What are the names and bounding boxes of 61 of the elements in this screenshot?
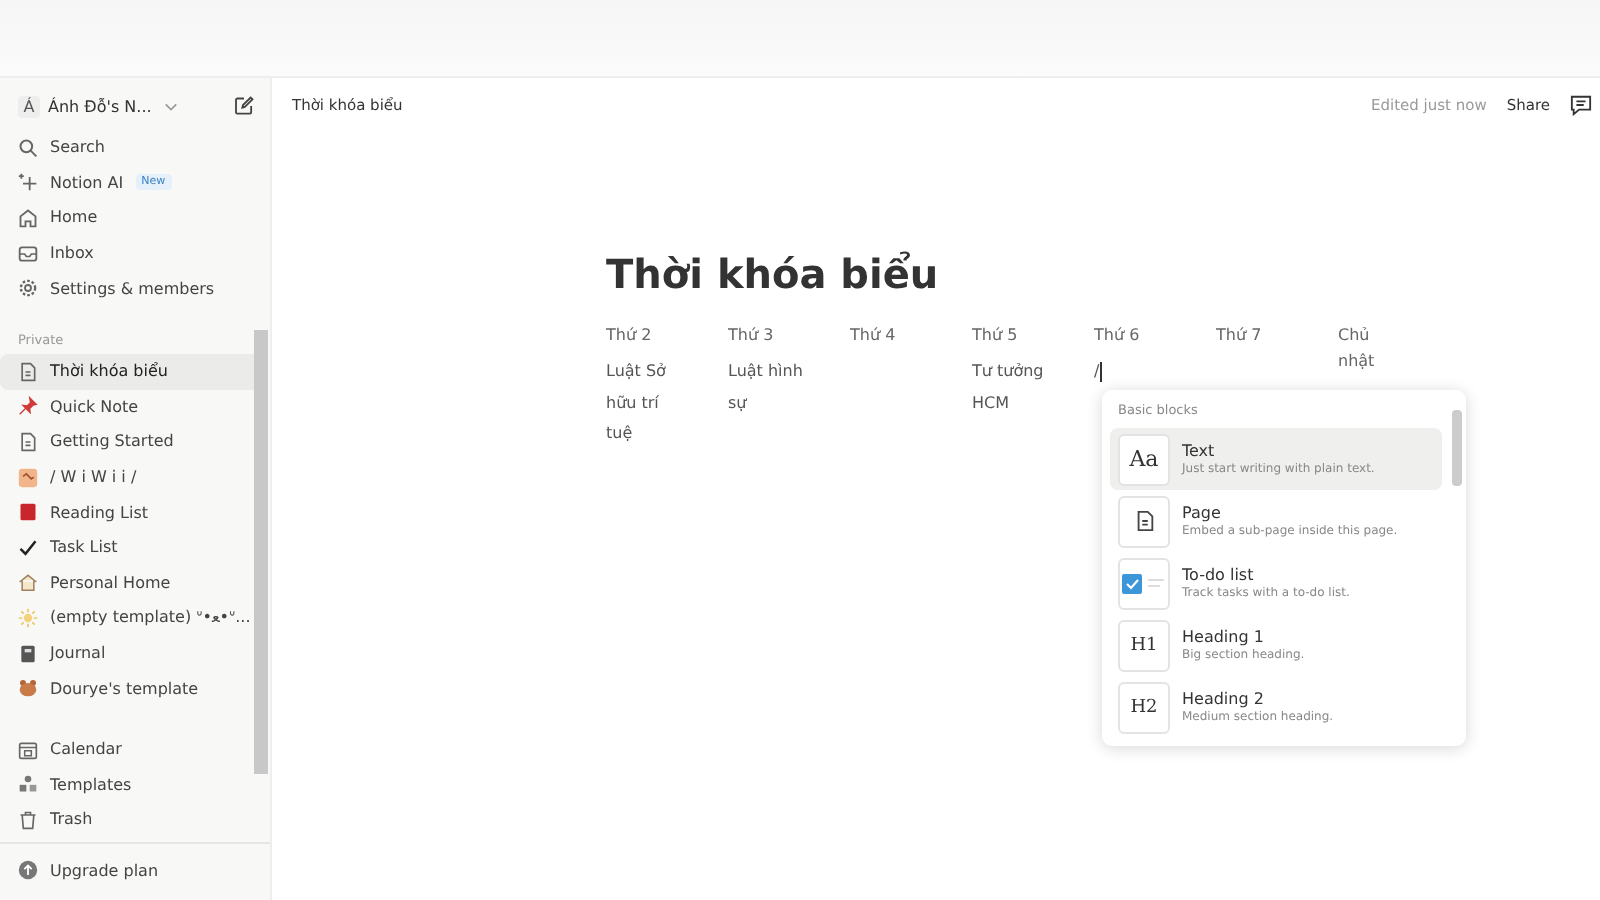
nav-item[interactable]: Settings & members (0, 270, 260, 306)
page-item[interactable]: / W i W i i / (0, 459, 260, 495)
trash-icon (18, 809, 38, 830)
workspace-avatar: Á (18, 95, 40, 117)
column-header[interactable]: Chủ nhật (1338, 322, 1410, 374)
pin-icon (18, 396, 38, 417)
page-item[interactable]: (empty template) ᐡ•ﻌ•ᐡ... (0, 600, 260, 636)
new-page-icon[interactable] (234, 96, 254, 116)
page-item[interactable]: Thời khóa biểu (0, 353, 260, 390)
bear-icon (18, 678, 38, 699)
menu-scrollbar[interactable] (1452, 410, 1462, 486)
gear-icon (18, 278, 38, 299)
home-icon (18, 207, 38, 228)
nav-item[interactable]: Home (0, 200, 260, 236)
sparkle-icon (18, 172, 38, 193)
column-text[interactable]: Tư tưởng HCM (972, 356, 1048, 418)
page-item[interactable]: Dourye's template (0, 670, 260, 706)
heading-block-icon: H2 (1118, 681, 1170, 733)
column-header[interactable]: Thứ 5 (972, 322, 1044, 348)
chevron-down-icon[interactable] (163, 101, 178, 111)
column-text[interactable]: Luật hình sự (728, 356, 804, 418)
page-icon (18, 431, 38, 452)
check-icon (18, 537, 38, 558)
house-icon (18, 572, 38, 593)
search-icon (18, 137, 38, 158)
image-icon (18, 467, 38, 488)
book-icon (18, 502, 38, 523)
checkbox-block-icon (1118, 557, 1170, 609)
column-header[interactable]: Thứ 7 (1216, 322, 1288, 348)
column-header[interactable]: Thứ 2 (606, 322, 678, 348)
page-title[interactable]: Thời khóa biểu (606, 250, 1600, 298)
scrollbar[interactable] (254, 330, 268, 774)
page-item[interactable]: Journal (0, 635, 260, 671)
page-item[interactable]: Reading List (0, 494, 260, 530)
sun-icon (18, 607, 38, 628)
column-header[interactable]: Thứ 6 (1094, 322, 1166, 348)
shapes-icon (18, 774, 38, 795)
page-item[interactable]: Getting Started (0, 424, 260, 460)
nav-item[interactable]: Search (0, 130, 260, 166)
page-icon (18, 361, 38, 382)
text-block-icon: Aa (1118, 433, 1170, 485)
nav-item[interactable]: Templates (0, 767, 260, 803)
nav-item[interactable]: Trash (0, 802, 260, 838)
page-item[interactable]: Personal Home (0, 565, 260, 601)
column-header[interactable]: Thứ 3 (728, 322, 800, 348)
arrow-up-circle-icon (18, 860, 38, 881)
column-text[interactable]: Luật Sở hữu trí tuệ (606, 356, 682, 449)
column-text[interactable]: / (1094, 356, 1170, 387)
nav-item[interactable]: Calendar (0, 731, 260, 767)
inbox-icon (18, 243, 38, 264)
upgrade-plan-button[interactable]: Upgrade plan (0, 852, 260, 888)
page-item[interactable]: Quick Note (0, 389, 260, 425)
comment-icon[interactable] (1570, 93, 1592, 115)
nav-item[interactable]: Inbox (0, 235, 260, 271)
journal-icon (18, 643, 38, 664)
calendar-icon (18, 739, 38, 760)
heading-block-icon: H1 (1118, 619, 1170, 671)
page-item[interactable]: Task List (0, 529, 260, 566)
column-header[interactable]: Thứ 4 (850, 322, 922, 348)
page-block-icon (1118, 495, 1170, 547)
workspace-name[interactable]: Ánh Đỗ's N... (48, 97, 152, 115)
